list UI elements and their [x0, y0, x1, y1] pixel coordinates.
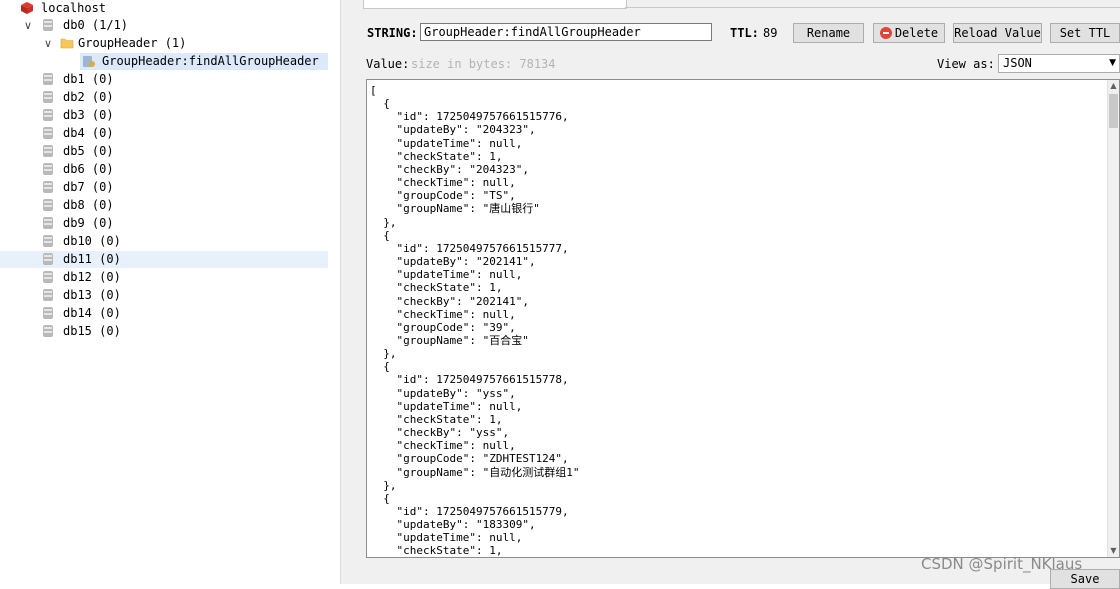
dropdown-arrow-icon: ▼ — [1109, 58, 1116, 68]
db-label: db5 (0) — [63, 144, 114, 158]
database-icon — [41, 90, 55, 104]
db-label: db15 (0) — [63, 324, 121, 338]
value-label: Value: — [366, 57, 410, 71]
scroll-down-icon[interactable]: ▼ — [1108, 545, 1119, 557]
vertical-scrollbar[interactable]: ▲ ▼ — [1107, 80, 1119, 557]
redis-server-icon — [20, 1, 34, 15]
ttl-value: 89 — [763, 26, 778, 40]
set-ttl-button[interactable]: Set TTL — [1050, 23, 1120, 43]
value-text[interactable]: [ { "id": 1725049757661515776, "updateBy… — [370, 84, 579, 557]
db-label: db3 (0) — [63, 108, 114, 122]
db-label: db2 (0) — [63, 90, 114, 104]
tree-db-item[interactable]: db1 (0) — [0, 71, 328, 88]
scroll-up-icon[interactable]: ▲ — [1108, 80, 1119, 92]
delete-icon — [879, 27, 892, 39]
tree-key-selected[interactable]: GroupHeader:findAllGroupHeader — [80, 53, 328, 70]
database-icon — [41, 252, 55, 266]
view-as-select[interactable]: JSON ▼ — [998, 54, 1120, 73]
key-type-label: STRING: — [367, 26, 418, 40]
db-label: db9 (0) — [63, 216, 114, 230]
server-label: localhost — [41, 1, 107, 15]
folder-icon — [60, 36, 74, 50]
database-icon — [41, 108, 55, 122]
view-as-value: JSON — [1003, 56, 1032, 70]
db-label: db11 (0) — [63, 252, 121, 266]
tree-db-item[interactable]: db14 (0) — [0, 305, 328, 322]
rename-button[interactable]: Rename — [793, 23, 864, 43]
chevron-down-icon[interactable]: ∨ — [43, 35, 53, 52]
reload-value-button[interactable]: Reload Value — [953, 23, 1042, 43]
tree-db-item[interactable]: db7 (0) — [0, 179, 328, 196]
database-icon — [41, 180, 55, 194]
tree-db-item[interactable]: db4 (0) — [0, 125, 328, 142]
db-label: db10 (0) — [63, 234, 121, 248]
connection-tree: localhost ∨ db0 (1/1) ∨ GroupHeader (1) … — [0, 0, 340, 584]
tab-strip: GroupHeader:findAllGroupHeader ✕ — [359, 0, 1120, 9]
tab-key[interactable]: GroupHeader:findAllGroupHeader ✕ — [363, 0, 627, 9]
chevron-down-icon[interactable]: ∨ — [23, 17, 33, 34]
ttl-label: TTL: — [730, 26, 759, 40]
database-icon — [41, 288, 55, 302]
database-icon — [41, 198, 55, 212]
key-label: GroupHeader:findAllGroupHeader — [102, 54, 319, 68]
delete-label: Delete — [894, 26, 939, 40]
database-icon — [41, 216, 55, 230]
database-icon — [41, 126, 55, 140]
db-label: db8 (0) — [63, 198, 114, 212]
tree-db-item[interactable]: db13 (0) — [0, 287, 328, 304]
tree-db-item[interactable]: db6 (0) — [0, 161, 328, 178]
value-editor[interactable]: [ { "id": 1725049757661515776, "updateBy… — [366, 79, 1120, 558]
tree-db-item[interactable]: db11 (0) — [0, 251, 328, 268]
tree-db-item[interactable]: db2 (0) — [0, 89, 328, 106]
db-label: db4 (0) — [63, 126, 114, 140]
folder-label: GroupHeader (1) — [78, 36, 187, 50]
db-label: db6 (0) — [63, 162, 114, 176]
scrollbar-thumb[interactable] — [1109, 94, 1118, 128]
tree-server-localhost[interactable]: localhost — [0, 0, 330, 17]
db-label: db7 (0) — [63, 180, 114, 194]
db0-label: db0 (1/1) — [63, 18, 129, 32]
key-detail-panel: GroupHeader:findAllGroupHeader ✕ STRING:… — [359, 0, 1120, 589]
tree-db-item[interactable]: db12 (0) — [0, 269, 328, 286]
database-icon — [41, 234, 55, 248]
delete-button[interactable]: Delete — [873, 23, 945, 43]
database-icon — [41, 18, 55, 32]
database-icon — [41, 324, 55, 338]
view-as-label: View as: — [937, 57, 995, 71]
database-icon — [41, 270, 55, 284]
db-label: db1 (0) — [63, 72, 114, 86]
tree-folder-groupheader[interactable]: ∨ GroupHeader (1) — [0, 35, 330, 52]
watermark-text: CSDN @Spirit_NKlaus — [921, 555, 1083, 573]
tree-db-item[interactable]: db8 (0) — [0, 197, 328, 214]
database-icon — [41, 72, 55, 86]
tree-db-item[interactable]: db3 (0) — [0, 107, 328, 124]
panel-splitter[interactable] — [340, 0, 360, 584]
tree-db0[interactable]: ∨ db0 (1/1) — [0, 17, 330, 34]
db-label: db14 (0) — [63, 306, 121, 320]
key-name-input[interactable] — [420, 23, 712, 41]
tree-db-item[interactable]: db9 (0) — [0, 215, 328, 232]
db-label: db13 (0) — [63, 288, 121, 302]
database-icon — [41, 306, 55, 320]
tab-divider — [625, 7, 1120, 8]
tree-db-item[interactable]: db5 (0) — [0, 143, 328, 160]
database-icon — [41, 162, 55, 176]
key-string-icon — [82, 54, 96, 68]
database-icon — [41, 144, 55, 158]
value-size-text: size in bytes: 78134 — [411, 57, 556, 71]
tree-db-item[interactable]: db15 (0) — [0, 323, 328, 340]
db-label: db12 (0) — [63, 270, 121, 284]
tree-db-item[interactable]: db10 (0) — [0, 233, 328, 250]
